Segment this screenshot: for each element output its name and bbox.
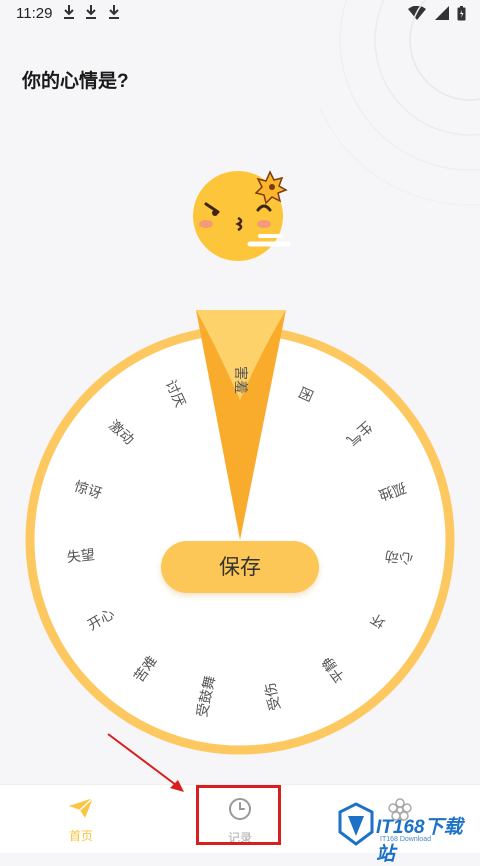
watermark: IT168下载站 IT168 Download (336, 798, 480, 865)
nav-home-label: 首页 (68, 829, 93, 843)
highlight-box (196, 785, 281, 845)
download-icon (86, 5, 97, 19)
download-icons (62, 3, 125, 25)
mood-option[interactable]: 心动 (384, 547, 414, 566)
download-icon (108, 5, 119, 19)
status-time: 11:29 (16, 5, 53, 22)
shy-emoji-icon (193, 170, 291, 261)
annotation-arrow-icon (107, 733, 184, 792)
mood-option[interactable]: 害羞 (232, 366, 248, 394)
download-icon (64, 5, 74, 19)
watermark-sub: IT168 Download (380, 836, 431, 843)
watermark-logo-icon (338, 802, 374, 846)
page-title: 你的心情是? (22, 71, 129, 92)
mood-option[interactable]: 失望 (66, 547, 96, 566)
save-button[interactable]: 保存 (161, 541, 319, 593)
mood-wheel[interactable]: 害羞 困生气孤独心动坏平静受伤受鼓舞苦难开心失望惊讶激动讨厌 (0, 300, 480, 780)
decorative-arcs (320, 0, 480, 206)
paper-plane-icon (69, 797, 94, 818)
